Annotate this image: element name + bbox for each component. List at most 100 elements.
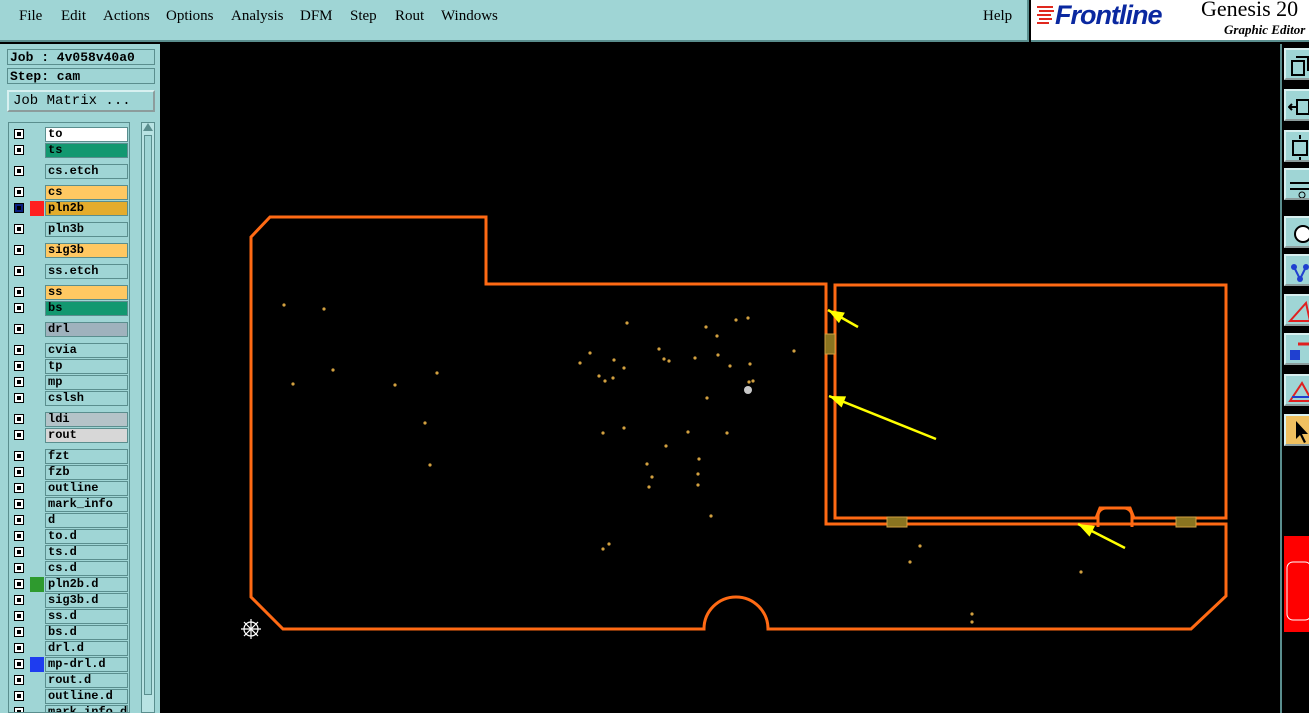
layer-checkbox[interactable] <box>14 531 24 541</box>
layer-name[interactable]: ss.etch <box>45 264 128 279</box>
tool-button[interactable] <box>1284 414 1309 446</box>
layer-name[interactable]: drl.d <box>45 641 128 656</box>
layer-checkbox[interactable] <box>14 345 24 355</box>
menu-actions[interactable]: Actions <box>103 8 150 25</box>
layer-name[interactable]: to <box>45 127 128 142</box>
layer-name[interactable]: mark_info <box>45 497 128 512</box>
layer-checkbox[interactable] <box>14 675 24 685</box>
scroll-up-arrow-icon[interactable] <box>143 123 153 131</box>
layer-name[interactable]: rout.d <box>45 673 128 688</box>
graphic-canvas[interactable] <box>160 44 1280 713</box>
layer-name[interactable]: fzt <box>45 449 128 464</box>
layer-checkbox[interactable] <box>14 483 24 493</box>
layer-checkbox[interactable] <box>14 595 24 605</box>
layer-row[interactable]: fzb <box>9 465 129 480</box>
layer-checkbox[interactable] <box>14 187 24 197</box>
layer-name[interactable]: d <box>45 513 128 528</box>
menu-rout[interactable]: Rout <box>395 8 424 25</box>
layer-checkbox[interactable] <box>14 224 24 234</box>
layer-name[interactable]: drl <box>45 322 128 337</box>
layer-name[interactable]: pln2b.d <box>45 577 128 592</box>
layer-row[interactable]: cs.etch <box>9 164 129 179</box>
layer-name[interactable]: outline <box>45 481 128 496</box>
menu-step[interactable]: Step <box>350 8 377 25</box>
tool-button[interactable] <box>1284 89 1309 121</box>
layer-row[interactable]: drl.d <box>9 641 129 656</box>
layer-checkbox[interactable] <box>14 643 24 653</box>
job-matrix-button[interactable]: Job Matrix ... <box>7 90 155 112</box>
layer-row[interactable]: pln2b.d <box>9 577 129 592</box>
layer-row[interactable]: pln2b <box>9 201 129 216</box>
tool-button[interactable] <box>1284 333 1309 365</box>
layer-row[interactable]: bs <box>9 301 129 316</box>
layer-name[interactable]: outline.d <box>45 689 128 704</box>
layer-name[interactable]: fzb <box>45 465 128 480</box>
layer-row[interactable]: fzt <box>9 449 129 464</box>
layer-checkbox[interactable] <box>14 377 24 387</box>
layer-checkbox[interactable] <box>14 579 24 589</box>
tool-button[interactable] <box>1284 216 1309 248</box>
layer-checkbox[interactable] <box>14 303 24 313</box>
layer-name[interactable]: mark_info.d <box>45 705 128 712</box>
layer-name[interactable]: bs.d <box>45 625 128 640</box>
layer-row[interactable]: ts.d <box>9 545 129 560</box>
layer-row[interactable]: cslsh <box>9 391 129 406</box>
tool-button[interactable] <box>1284 130 1309 162</box>
layer-checkbox[interactable] <box>14 467 24 477</box>
menu-analysis[interactable]: Analysis <box>231 8 284 25</box>
layer-row[interactable]: outline.d <box>9 689 129 704</box>
layer-scrollbar[interactable] <box>141 122 155 713</box>
menu-windows[interactable]: Windows <box>441 8 498 25</box>
layer-checkbox[interactable] <box>14 129 24 139</box>
layer-row[interactable]: bs.d <box>9 625 129 640</box>
layer-name[interactable]: bs <box>45 301 128 316</box>
layer-name[interactable]: ts.d <box>45 545 128 560</box>
layer-name[interactable]: cvia <box>45 343 128 358</box>
layer-row[interactable]: d <box>9 513 129 528</box>
layer-name[interactable]: cslsh <box>45 391 128 406</box>
layer-row[interactable]: to.d <box>9 529 129 544</box>
layer-checkbox[interactable] <box>14 245 24 255</box>
layer-row[interactable]: mark_info <box>9 497 129 512</box>
layer-name[interactable]: ldi <box>45 412 128 427</box>
layer-row[interactable]: sig3b.d <box>9 593 129 608</box>
layer-checkbox[interactable] <box>14 515 24 525</box>
layer-checkbox[interactable] <box>14 266 24 276</box>
layer-name[interactable]: cs.d <box>45 561 128 576</box>
tool-button[interactable] <box>1284 294 1309 326</box>
layer-row[interactable]: ss.d <box>9 609 129 624</box>
layer-row[interactable]: mp-drl.d <box>9 657 129 672</box>
layer-name[interactable]: tp <box>45 359 128 374</box>
tool-button[interactable] <box>1284 374 1309 406</box>
layer-checkbox[interactable] <box>14 287 24 297</box>
layer-checkbox[interactable] <box>14 414 24 424</box>
layer-row[interactable]: mp <box>9 375 129 390</box>
layer-name[interactable]: pln3b <box>45 222 128 237</box>
layer-name[interactable]: mp <box>45 375 128 390</box>
layer-checkbox[interactable] <box>14 203 24 213</box>
layer-checkbox[interactable] <box>14 627 24 637</box>
menu-dfm[interactable]: DFM <box>300 8 333 25</box>
tool-button[interactable] <box>1284 48 1309 80</box>
layer-checkbox[interactable] <box>14 361 24 371</box>
layer-name[interactable]: ts <box>45 143 128 158</box>
layer-checkbox[interactable] <box>14 659 24 669</box>
layer-row[interactable]: cvia <box>9 343 129 358</box>
layer-row[interactable]: to <box>9 127 129 142</box>
layer-row[interactable]: rout.d <box>9 673 129 688</box>
layer-row[interactable]: ldi <box>9 412 129 427</box>
layer-checkbox[interactable] <box>14 547 24 557</box>
layer-name[interactable]: sig3b.d <box>45 593 128 608</box>
layer-row[interactable]: cs <box>9 185 129 200</box>
layer-checkbox[interactable] <box>14 166 24 176</box>
layer-checkbox[interactable] <box>14 451 24 461</box>
layer-name[interactable]: cs.etch <box>45 164 128 179</box>
layer-name[interactable]: cs <box>45 185 128 200</box>
layer-checkbox[interactable] <box>14 611 24 621</box>
layer-row[interactable]: ss <box>9 285 129 300</box>
menu-file[interactable]: File <box>19 8 42 25</box>
layer-checkbox[interactable] <box>14 324 24 334</box>
layer-row[interactable]: mark_info.d <box>9 705 129 712</box>
layer-row[interactable]: ts <box>9 143 129 158</box>
tool-button[interactable] <box>1284 168 1309 200</box>
